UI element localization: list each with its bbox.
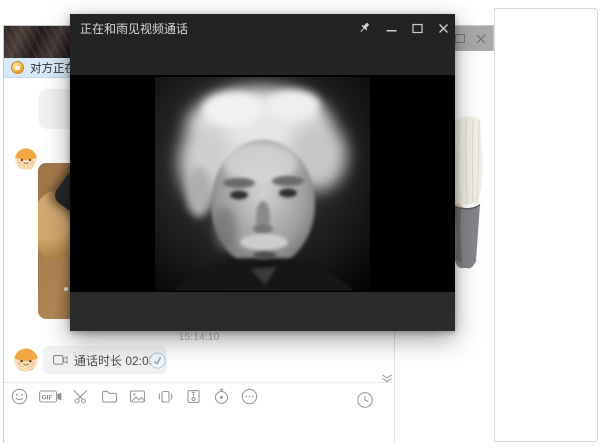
- chat-theme-banner: [4, 26, 72, 58]
- avatar[interactable]: [13, 347, 39, 373]
- avatar[interactable]: [14, 147, 38, 171]
- video-window-bottom-strip: [70, 292, 455, 331]
- maximize-icon[interactable]: [454, 33, 466, 45]
- close-icon[interactable]: [437, 22, 449, 34]
- image-icon[interactable]: [129, 388, 146, 405]
- screenshot-scissors-icon[interactable]: [73, 388, 90, 405]
- emoji-icon[interactable]: [11, 388, 28, 405]
- pin-icon[interactable]: [359, 22, 371, 34]
- timestamp: 15:14:10: [4, 331, 394, 343]
- chat-toolbar: GIF: [11, 388, 258, 405]
- call-duration-text: 通话时长 02:05: [74, 352, 155, 369]
- file-folder-icon[interactable]: [101, 388, 118, 405]
- background-right-panel: [494, 8, 598, 442]
- video-call-title: 正在和雨见视频通话: [80, 20, 188, 37]
- minimize-icon[interactable]: [385, 22, 397, 34]
- video-window-controls: [359, 14, 449, 42]
- window-shake-icon[interactable]: [157, 388, 174, 405]
- gift-box-icon[interactable]: [185, 388, 202, 405]
- gif-icon[interactable]: GIF: [39, 388, 62, 405]
- video-call-titlebar[interactable]: 正在和雨见视频通话: [70, 14, 455, 42]
- clock-icon[interactable]: [356, 391, 374, 409]
- remote-video-portrait: [155, 77, 370, 291]
- maximize-icon[interactable]: [411, 22, 423, 34]
- call-icon: [11, 61, 24, 74]
- video-call-window: 正在和雨见视频通话: [70, 14, 455, 331]
- more-icon[interactable]: [241, 388, 258, 405]
- message-input-area[interactable]: GIF: [4, 382, 394, 443]
- video-camera-icon: [53, 354, 68, 366]
- svg-text:GIF: GIF: [42, 394, 53, 401]
- close-icon[interactable]: [475, 33, 487, 45]
- screenshot-root: 对方正在和您 15:14:10: [0, 0, 600, 447]
- delivered-check-icon: [149, 352, 166, 369]
- video-feed-area: [70, 75, 455, 292]
- chat-window-controls: [454, 26, 487, 51]
- record-icon[interactable]: [213, 388, 230, 405]
- photo-detail-dot: [64, 287, 68, 291]
